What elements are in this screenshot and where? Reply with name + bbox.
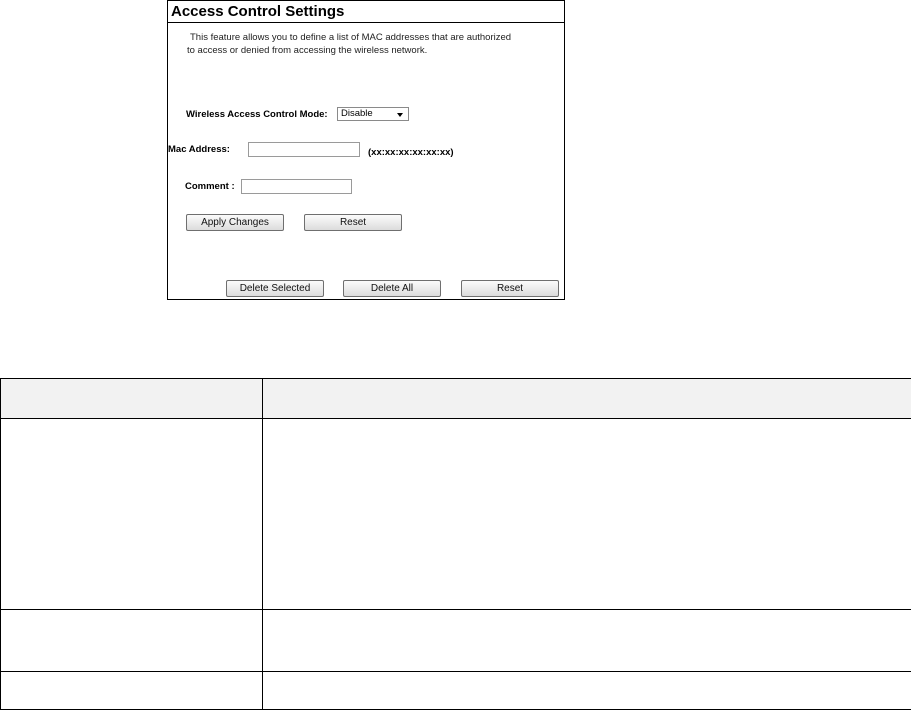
description: This feature allows you to define a list… xyxy=(187,31,550,57)
chevron-down-icon xyxy=(397,113,403,117)
table-row xyxy=(0,418,911,610)
table-cell xyxy=(0,418,263,610)
mode-select[interactable]: Disable xyxy=(337,107,409,121)
mac-address-input[interactable] xyxy=(248,142,360,157)
header-cell-2 xyxy=(262,378,911,419)
table-row xyxy=(0,671,911,710)
table-cell xyxy=(262,671,911,710)
mac-label: Mac Address: xyxy=(168,144,230,155)
title-divider xyxy=(168,22,564,23)
mode-select-value: Disable xyxy=(341,108,373,119)
table-cell xyxy=(262,418,911,610)
description-line-2: to access or denied from accessing the w… xyxy=(187,45,428,56)
parameter-table xyxy=(0,378,911,710)
table-cell xyxy=(0,671,263,710)
reset-button[interactable]: Reset xyxy=(304,214,402,231)
panel-title: Access Control Settings xyxy=(171,3,345,20)
table-cell xyxy=(262,609,911,672)
table-cell xyxy=(0,609,263,672)
table-header-row xyxy=(0,378,911,419)
delete-selected-button[interactable]: Delete Selected xyxy=(226,280,324,297)
delete-all-button[interactable]: Delete All xyxy=(343,280,441,297)
mac-format-hint: (xx:xx:xx:xx:xx:xx) xyxy=(368,147,454,158)
table-row xyxy=(0,609,911,672)
reset-list-button[interactable]: Reset xyxy=(461,280,559,297)
access-control-panel: Access Control Settings This feature all… xyxy=(167,0,565,300)
mode-label: Wireless Access Control Mode: xyxy=(186,109,328,120)
comment-input[interactable] xyxy=(241,179,352,194)
comment-label: Comment : xyxy=(185,181,235,192)
description-line-1: This feature allows you to define a list… xyxy=(190,32,512,43)
apply-changes-button[interactable]: Apply Changes xyxy=(186,214,284,231)
header-cell-1 xyxy=(0,378,263,419)
